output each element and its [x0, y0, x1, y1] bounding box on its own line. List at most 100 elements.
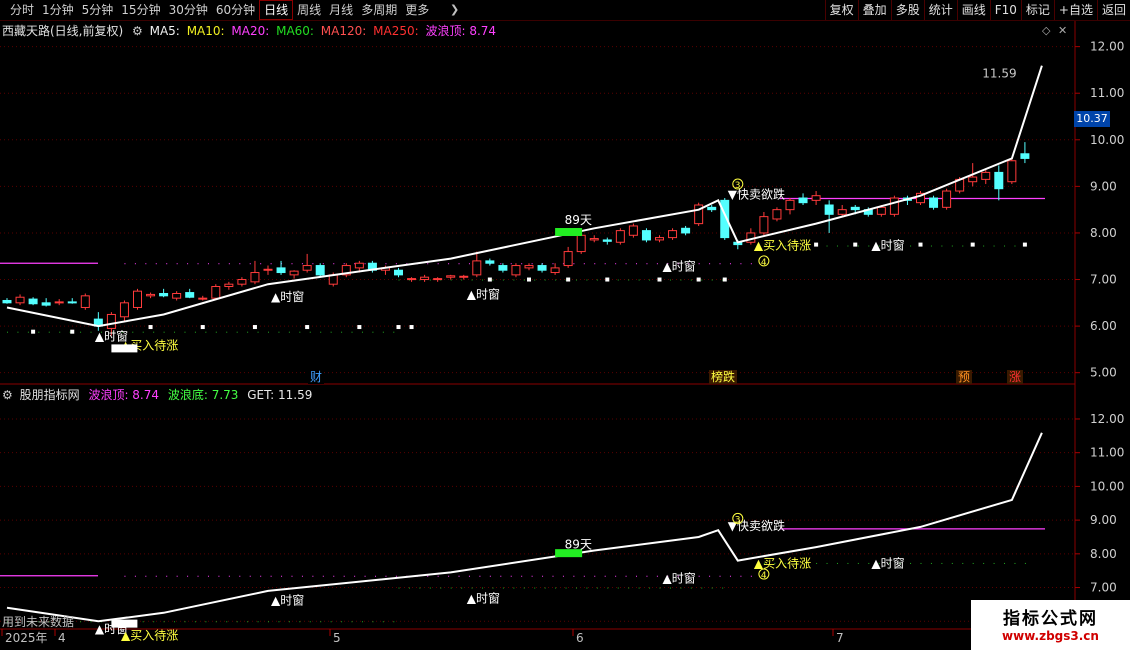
main-circle-text: 4 — [761, 258, 767, 268]
tool-button-6[interactable]: 标记 — [1020, 0, 1054, 20]
tool-button-4[interactable]: 画线 — [956, 0, 990, 20]
sub-dot — [408, 587, 410, 589]
main-dot — [729, 263, 731, 265]
sub-dot — [729, 575, 731, 577]
main-dot — [750, 263, 752, 265]
date-label: 5 — [333, 631, 341, 645]
tool-button-8[interactable]: 返回 — [1096, 0, 1130, 20]
main-dot — [962, 245, 964, 247]
period-tab-10[interactable]: 更多 — [401, 0, 433, 20]
level-square — [31, 329, 36, 334]
sub-dot — [972, 562, 974, 564]
candle-body — [106, 313, 116, 329]
candle-body — [472, 260, 482, 276]
main-dot — [951, 245, 953, 247]
period-tab-1[interactable]: 1分钟 — [38, 0, 78, 20]
main-dot — [450, 279, 452, 281]
period-tab-9[interactable]: 多周期 — [357, 0, 401, 20]
get-label: GET: 11.59 — [247, 388, 313, 402]
sub-dot — [722, 587, 724, 589]
more-arrow-icon[interactable]: ❯ — [450, 3, 459, 16]
candle-body — [589, 238, 599, 241]
tool-button-2[interactable]: 多股 — [890, 0, 924, 20]
main-dot — [239, 263, 241, 265]
date-label: 6 — [576, 631, 584, 645]
sub-dot — [659, 587, 661, 589]
sub-dot — [145, 575, 147, 577]
main-dot — [523, 279, 525, 281]
main-dot — [594, 263, 596, 265]
chart-area[interactable]: 12.00 11.00 10.00 9.00 8.00 7.00 6.00 5.00 12.00… — [0, 21, 1130, 650]
tool-button-1[interactable]: 叠加 — [857, 0, 891, 20]
sub-dot — [669, 587, 671, 589]
tool-button-3[interactable]: 统计 — [923, 0, 957, 20]
candle-body — [485, 260, 495, 264]
sub-dot — [607, 587, 609, 589]
indicator-name[interactable]: 股朋指标网 — [20, 388, 80, 402]
period-tab-0[interactable]: 分时 — [6, 0, 38, 20]
sub-dot — [268, 621, 269, 623]
sub-dot — [249, 575, 251, 577]
tool-button-5[interactable]: F10 — [989, 0, 1021, 20]
sub-dot — [239, 575, 241, 577]
main-dot — [176, 263, 178, 265]
tool-button-7[interactable]: +自选 — [1053, 0, 1097, 20]
main-dot — [701, 279, 703, 281]
sub-dot — [719, 575, 721, 577]
sub-dot — [197, 575, 199, 577]
main-tick-label: 9.00 — [1090, 179, 1117, 193]
candle-body — [119, 302, 129, 318]
period-tab-6[interactable]: 日线 — [259, 0, 294, 20]
period-tab-8[interactable]: 月线 — [325, 0, 357, 20]
settings-icon[interactable]: ⚙ — [132, 24, 143, 38]
main-dot — [382, 331, 384, 333]
main-dot — [236, 331, 238, 333]
period-tab-5[interactable]: 60分钟 — [212, 0, 259, 20]
main-dot — [628, 279, 630, 281]
ma5-label: MA5: — [149, 24, 180, 38]
sub-tick-label: 12.00 — [1090, 412, 1124, 426]
sub-dot — [458, 575, 460, 577]
level-square — [409, 325, 414, 330]
candle-body — [889, 197, 899, 215]
main-dot — [573, 263, 575, 265]
level-square — [487, 277, 492, 282]
watermark-title: 指标公式网 — [1003, 609, 1098, 629]
period-tab-2[interactable]: 5分钟 — [78, 0, 118, 20]
main-tick-label: 11.00 — [1090, 86, 1124, 100]
main-dot — [638, 279, 640, 281]
sub-dot — [382, 621, 384, 623]
sub-dot — [513, 587, 515, 589]
level-square — [657, 277, 662, 282]
sub-annotation: ▲时窗 — [663, 571, 696, 585]
candle-body — [354, 262, 364, 269]
sub-dot — [816, 562, 818, 564]
period-tab-3[interactable]: 15分钟 — [117, 0, 164, 20]
tool-button-0[interactable]: 复权 — [824, 0, 858, 20]
period-tab-7[interactable]: 周线 — [293, 0, 325, 20]
candle-body — [655, 237, 664, 241]
stock-title[interactable]: 西藏天路(日线,前复权) — [2, 24, 123, 38]
sub-dot — [398, 587, 400, 589]
main-dot — [249, 263, 251, 265]
main-dot — [38, 331, 40, 333]
settings-icon[interactable]: ⚙ — [2, 388, 13, 402]
sub-dot — [711, 587, 713, 589]
sub-annotation: ▲时窗 — [467, 592, 500, 606]
main-dot — [575, 279, 577, 281]
main-dot — [680, 279, 682, 281]
sub-dot — [709, 575, 711, 577]
sub-dot — [163, 621, 165, 623]
sub-dot — [257, 621, 259, 623]
candle-body — [994, 171, 1004, 190]
main-dot — [427, 263, 429, 265]
sub-dot — [281, 575, 283, 577]
sub-dot — [299, 621, 301, 623]
main-dot — [719, 263, 721, 265]
sub-dot — [341, 621, 343, 623]
period-tab-4[interactable]: 30分钟 — [165, 0, 212, 20]
sub-dot — [1024, 562, 1026, 564]
sub-dot — [385, 575, 387, 577]
sub-dot — [166, 575, 168, 577]
sub-dot — [646, 575, 648, 577]
